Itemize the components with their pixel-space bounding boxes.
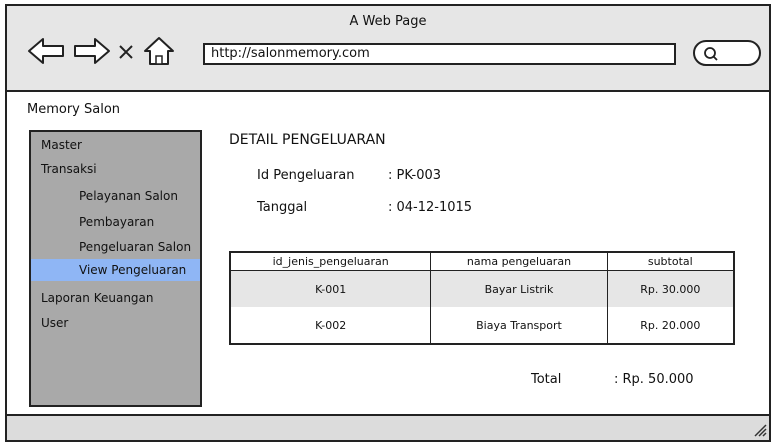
table-cell: Biaya Transport [430, 307, 608, 344]
sidebar-item-view-pengeluaran[interactable]: View Pengeluaran [31, 259, 200, 281]
page-title: DETAIL PENGELUARAN [229, 132, 386, 148]
home-icon[interactable] [141, 36, 177, 66]
total-label: Total [531, 372, 562, 387]
forward-icon[interactable] [71, 36, 111, 66]
resize-grip-icon[interactable] [751, 421, 767, 437]
column-header: nama pengeluaran [430, 252, 608, 271]
table-cell: Rp. 30.000 [606, 270, 734, 307]
sidebar-item-transaksi[interactable]: Transaksi [31, 158, 200, 180]
app-name: Memory Salon [27, 102, 121, 117]
sidebar-item-laporan-keuangan[interactable]: Laporan Keuangan [31, 287, 200, 309]
url-field[interactable]: http://salonmemory.com [203, 43, 676, 65]
table-cell: Rp. 20.000 [606, 307, 734, 344]
search-box[interactable] [693, 40, 761, 66]
sidebar-item-pengeluaran-salon[interactable]: Pengeluaran Salon [31, 236, 200, 258]
status-bar [7, 414, 769, 440]
tanggal-label: Tanggal [257, 200, 308, 215]
total-value: : Rp. 50.000 [614, 372, 694, 387]
column-header: subtotal [606, 252, 734, 271]
close-icon[interactable] [115, 36, 137, 66]
sidebar-item-user[interactable]: User [31, 312, 200, 334]
column-header: id_jenis_pengeluaran [230, 252, 431, 271]
sidebar: Master Transaksi Pelayanan Salon Pembaya… [29, 130, 202, 407]
back-icon[interactable] [27, 36, 67, 66]
tanggal-value: : 04-12-1015 [388, 200, 473, 215]
window-title: A Web Page [349, 14, 427, 29]
table-cell: Bayar Listrik [430, 270, 608, 307]
pengeluaran-table: id_jenis_pengeluaran nama pengeluaran su… [229, 251, 735, 345]
table-row: K-001 Bayar Listrik Rp. 30.000 [230, 270, 734, 307]
table-row: K-002 Biaya Transport Rp. 20.000 [230, 307, 734, 344]
sidebar-item-pelayanan-salon[interactable]: Pelayanan Salon [31, 185, 200, 207]
sidebar-item-pembayaran[interactable]: Pembayaran [31, 211, 200, 233]
table-cell: K-001 [230, 270, 431, 307]
table-header-row: id_jenis_pengeluaran nama pengeluaran su… [230, 252, 734, 271]
id-pengeluaran-label: Id Pengeluaran [257, 168, 355, 183]
id-pengeluaran-value: : PK-003 [388, 168, 442, 183]
sidebar-item-master[interactable]: Master [31, 134, 200, 156]
table-cell: K-002 [230, 307, 431, 344]
browser-window: A Web Page http://salonmemory.com Memory… [5, 4, 771, 442]
search-icon [704, 47, 718, 61]
browser-toolbar: A Web Page http://salonmemory.com [7, 6, 769, 92]
